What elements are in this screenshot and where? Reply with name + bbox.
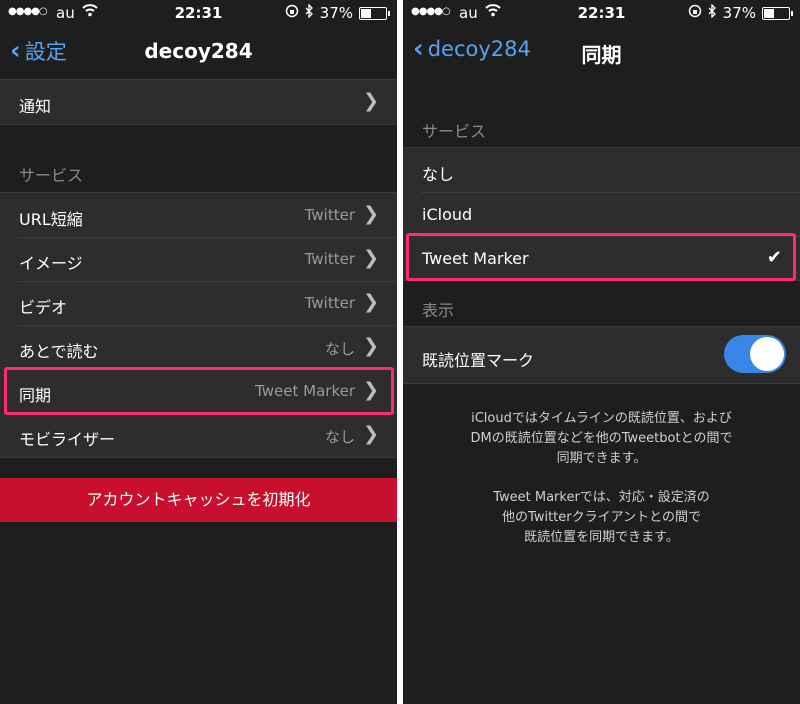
row-value: Twitter — [304, 206, 355, 224]
page-title: decoy284 — [144, 39, 253, 63]
navigation-bar: ‹ decoy284 同期 — [403, 28, 800, 78]
battery-percent: 37% — [319, 4, 353, 22]
row-notifications[interactable]: 通知 ❯ — [0, 80, 397, 124]
row-label: 通知 — [19, 97, 52, 116]
navigation-bar: ‹ 設定 decoy284 — [0, 28, 397, 78]
footer-line: 既読位置を同期できます。 — [524, 530, 679, 545]
row-video[interactable]: ビデオ Twitter ❯ — [0, 281, 397, 325]
orientation-lock-icon — [285, 4, 299, 22]
reset-cache-button[interactable]: アカウントキャッシュを初期化 — [0, 478, 397, 522]
highlight-box — [406, 233, 796, 281]
chevron-right-icon: ❯ — [363, 291, 379, 313]
option-icloud[interactable]: iCloud — [403, 192, 800, 236]
right-screen: ●●●●○ au 22:31 37% ‹ decoy284 同期 サービス なし — [403, 0, 800, 704]
row-label: モビライザー — [19, 430, 116, 449]
services-group: URL短縮 Twitter ❯ イメージ Twitter ❯ ビデオ Twitt… — [0, 192, 397, 458]
orientation-lock-icon — [688, 4, 702, 22]
row-label: なし — [422, 165, 455, 184]
footer-line: 他のTwitterクライアントとの間で — [502, 510, 701, 525]
row-image[interactable]: イメージ Twitter ❯ — [0, 237, 397, 281]
row-value: なし — [324, 340, 355, 358]
option-none[interactable]: なし — [403, 148, 800, 192]
bluetooth-icon — [708, 3, 717, 22]
notifications-group: 通知 ❯ — [0, 79, 397, 125]
chevron-right-icon: ❯ — [363, 335, 379, 357]
footer-line: Tweet Markerでは、対応・設定済の — [493, 490, 710, 505]
highlight-box — [4, 367, 394, 415]
chevron-right-icon: ❯ — [363, 423, 379, 445]
row-read-later[interactable]: あとで読む なし ❯ — [0, 325, 397, 369]
battery-icon — [762, 6, 793, 20]
row-url-shortener[interactable]: URL短縮 Twitter ❯ — [0, 193, 397, 237]
row-label: あとで読む — [19, 342, 99, 361]
read-position-toggle[interactable] — [724, 335, 786, 373]
section-header-display: 表示 — [422, 301, 455, 320]
footer-line: iCloudではタイムラインの既読位置、および — [471, 411, 732, 426]
toggle-knob — [750, 337, 784, 371]
row-label: ビデオ — [19, 298, 68, 317]
section-header-services: サービス — [422, 122, 487, 141]
footer-note-icloud: iCloudではタイムラインの既読位置、および DMの既読位置などを他のTwee… — [433, 409, 770, 469]
bluetooth-icon — [305, 3, 314, 22]
footer-line: DMの既読位置などを他のTweetbotとの間で — [470, 431, 733, 446]
page-title: 同期 — [581, 43, 622, 67]
footer-note-tweet-marker: Tweet Markerでは、対応・設定済の 他のTwitterクライアントとの… — [433, 488, 770, 548]
status-bar: ●●●●○ au 22:31 37% — [0, 0, 397, 28]
battery-percent: 37% — [722, 4, 756, 22]
row-mobilizer[interactable]: モビライザー なし ❯ — [0, 413, 397, 457]
row-label: イメージ — [19, 254, 83, 273]
row-value: Twitter — [304, 250, 355, 268]
status-bar: ●●●●○ au 22:31 37% — [403, 0, 800, 28]
battery-icon — [359, 6, 390, 20]
row-label: URL短縮 — [19, 210, 83, 229]
chevron-right-icon: ❯ — [363, 247, 379, 269]
row-value: なし — [324, 428, 355, 446]
chevron-right-icon: ❯ — [363, 203, 379, 225]
chevron-right-icon: ❯ — [363, 90, 379, 112]
left-screen: ●●●●○ au 22:31 37% ‹ 設定 decoy284 通知 ❯ サー… — [0, 0, 397, 704]
row-label: 既読位置マーク — [422, 351, 535, 370]
row-value: Twitter — [304, 294, 355, 312]
section-header-services: サービス — [19, 166, 84, 185]
row-read-position-marker: 既読位置マーク — [403, 327, 800, 383]
footer-line: 同期できます。 — [556, 451, 647, 466]
row-label: iCloud — [422, 205, 473, 224]
display-group: 既読位置マーク — [403, 326, 800, 384]
